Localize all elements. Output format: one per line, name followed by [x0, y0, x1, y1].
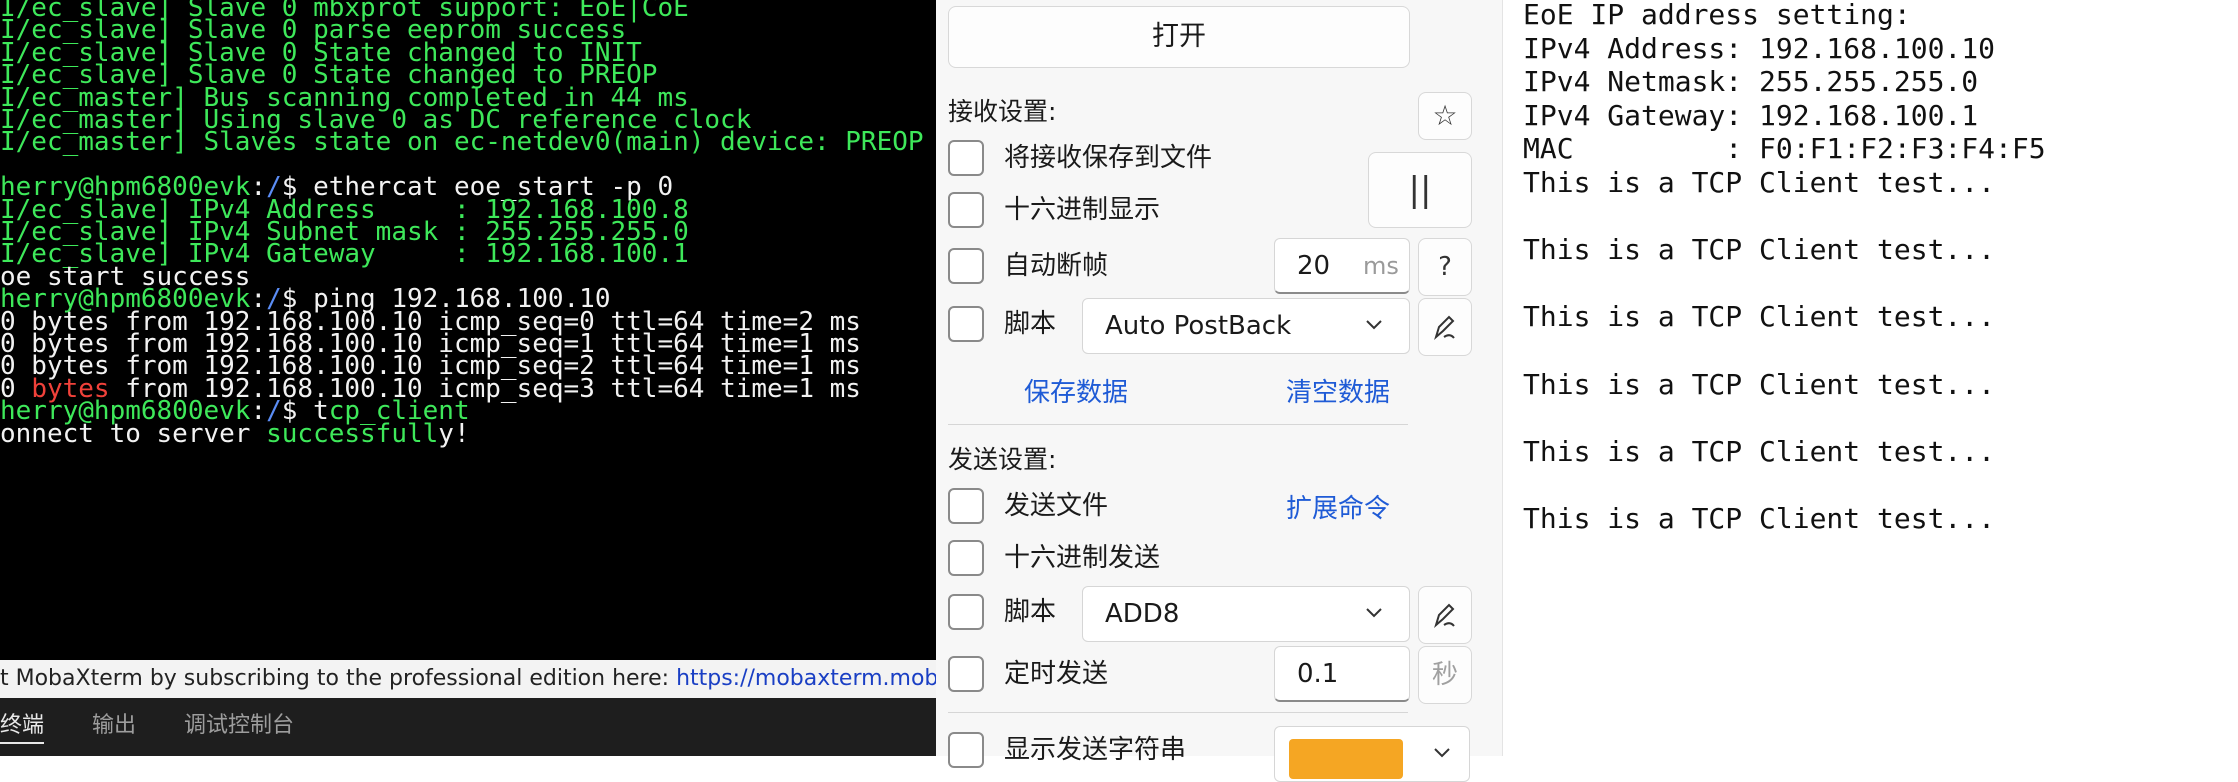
auto-break-value[interactable]: 20 — [1297, 239, 1330, 293]
receive-output[interactable]: EoE IP address setting: IPv4 Address: 192… — [1502, 0, 2238, 756]
open-button[interactable]: 打开 — [948, 6, 1410, 68]
terminal-text: onnect to server — [0, 418, 267, 449]
pen-icon — [1434, 603, 1455, 628]
timed-send-checkbox[interactable] — [948, 656, 984, 692]
hex-display-checkbox[interactable] — [948, 192, 984, 228]
save-data-button[interactable]: 保存数据 — [1024, 372, 1128, 409]
show-send-string-label: 显示发送字符串 — [1004, 735, 1187, 765]
output-line: This is a TCP Client test... — [1523, 166, 1996, 199]
output-line: IPv4 Gateway: 192.168.100.1 — [1523, 98, 1979, 132]
color-swatch — [1289, 739, 1403, 779]
output-line: IPv4 Address: 192.168.100.10 — [1523, 31, 1996, 65]
terminal-text: I/ec_master] Slaves state on ec-netdev0(… — [0, 127, 924, 158]
receive-script-checkbox[interactable] — [948, 306, 984, 342]
hex-send-label: 十六进制发送 — [1004, 543, 1161, 573]
send-script-checkbox[interactable] — [948, 594, 984, 630]
terminal-text: successfull — [266, 418, 439, 449]
send-script-value: ADD8 — [1105, 599, 1180, 629]
tab-terminal[interactable]: 终端 — [0, 710, 45, 744]
chevron-down-icon — [1434, 748, 1450, 758]
timed-send-value[interactable]: 0.1 — [1297, 647, 1338, 701]
promo-bar: t MobaXterm by subscribing to the profes… — [0, 660, 936, 698]
receive-script-label: 脚本 — [1004, 309, 1057, 339]
edit-send-script-button[interactable] — [1418, 586, 1472, 644]
hex-display-label: 十六进制显示 — [1004, 195, 1161, 225]
output-line: This is a TCP Client test... — [1523, 434, 1996, 468]
terminal-line: onnect to server successfully! — [0, 418, 470, 450]
terminal-line: I/ec_master] Slaves state on ec-netdev0(… — [0, 126, 924, 158]
auto-break-checkbox[interactable] — [948, 248, 984, 284]
tab-debug-console[interactable]: 调试控制台 — [184, 710, 294, 742]
help-icon[interactable]: ? — [1418, 238, 1472, 296]
settings-panel: 打开 接收设置: ☆ 将接收保存到文件 || 十六进制显示 自动断帧 20 ms… — [936, 0, 1502, 782]
terminal-text: y! — [438, 418, 470, 449]
output-line: This is a TCP Client test... — [1523, 233, 1996, 267]
edit-receive-script-button[interactable] — [1418, 298, 1472, 356]
send-color-select[interactable] — [1274, 726, 1470, 782]
save-to-file-label: 将接收保存到文件 — [1004, 143, 1213, 173]
output-line: MAC : F0:F1:F2:F3:F4:F5 — [1523, 132, 2046, 166]
receive-script-value: Auto PostBack — [1105, 311, 1292, 341]
pen-icon — [1434, 315, 1455, 340]
receive-script-select[interactable]: Auto PostBack — [1082, 298, 1410, 354]
star-icon[interactable]: ☆ — [1418, 92, 1472, 140]
output-line: EoE IP address setting: — [1523, 0, 1911, 31]
pause-icon[interactable]: || — [1368, 152, 1472, 228]
terminal-panel[interactable]: I/ec_slave] Slave 0 mbxprot support: EoE… — [0, 0, 936, 660]
auto-break-unit: ms — [1363, 252, 1399, 280]
extend-command-button[interactable]: 扩展命令 — [1286, 488, 1390, 525]
clear-data-button[interactable]: 清空数据 — [1286, 372, 1390, 409]
show-send-string-checkbox[interactable] — [948, 732, 984, 768]
timed-send-label: 定时发送 — [1004, 659, 1109, 689]
save-to-file-checkbox[interactable] — [948, 140, 984, 176]
auto-break-field[interactable]: 20 ms — [1274, 238, 1410, 294]
receive-settings-title: 接收设置: — [948, 97, 1057, 126]
tab-output[interactable]: 输出 — [92, 710, 136, 742]
send-file-checkbox[interactable] — [948, 488, 984, 524]
auto-break-label: 自动断帧 — [1004, 251, 1109, 281]
chevron-down-icon — [1366, 320, 1382, 330]
send-file-label: 发送文件 — [1004, 491, 1109, 521]
output-line: IPv4 Netmask: 255.255.255.0 — [1523, 65, 1979, 99]
timed-send-unit: 秒 — [1418, 646, 1472, 704]
divider — [948, 712, 1408, 713]
promo-link[interactable]: https://mobaxterm.mobatek.net — [676, 666, 936, 691]
send-script-select[interactable]: ADD8 — [1082, 586, 1410, 642]
send-script-label: 脚本 — [1004, 597, 1057, 627]
output-line: This is a TCP Client test... — [1523, 367, 1996, 401]
timed-send-field[interactable]: 0.1 — [1274, 646, 1410, 702]
output-line: This is a TCP Client test... — [1523, 502, 1996, 535]
hex-send-checkbox[interactable] — [948, 540, 984, 576]
bottom-tab-bar: 终端 输出 调试控制台 — [0, 698, 936, 756]
divider — [948, 424, 1408, 425]
promo-text: t MobaXterm by subscribing to the profes… — [0, 666, 677, 691]
output-line: This is a TCP Client test... — [1523, 300, 1996, 334]
chevron-down-icon — [1366, 608, 1382, 618]
send-settings-title: 发送设置: — [948, 445, 1057, 474]
